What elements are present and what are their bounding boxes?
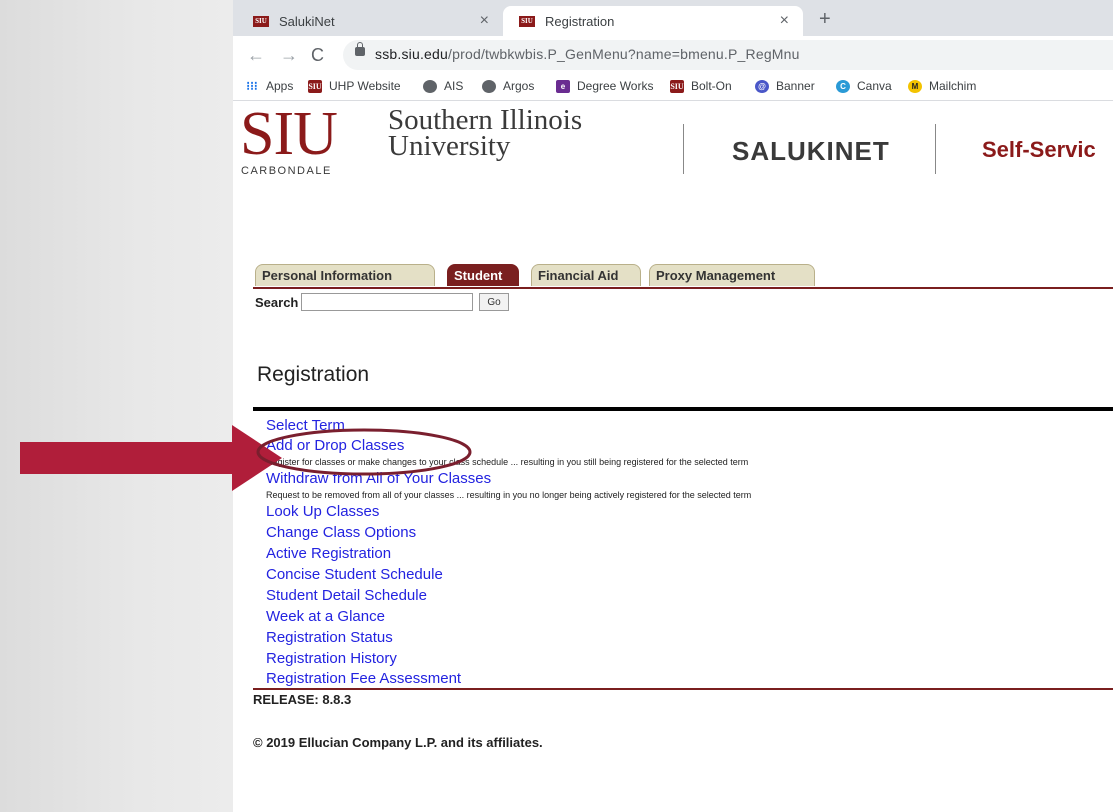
bookmark-uhp-website[interactable]: SIU UHP Website [308,79,401,93]
bookmark-label: Canva [857,79,892,93]
tab-label: Registration [545,13,615,29]
reload-icon[interactable]: C [311,45,324,66]
site-header: SIU Southern Illinois University CARBOND… [233,100,1113,183]
week-at-a-glance-link[interactable]: Week at a Glance [266,608,385,625]
url-text: ssb.siu.edu/prod/twbkwbis.P_GenMenu?name… [375,46,800,62]
bookmark-label: UHP Website [329,79,401,93]
tab-financial-aid[interactable]: Financial Aid [531,264,641,286]
menu-item: Active Registration [266,545,391,563]
address-bar: ← → C ssb.siu.edu/prod/twbkwbis.P_GenMen… [233,36,1113,74]
bookmark-canva[interactable]: C Canva [836,79,892,93]
annotation-ellipse [256,428,472,476]
siu-icon: SIU [308,79,322,93]
bookmark-label: AIS [444,79,464,93]
tab-student[interactable]: Student [447,264,519,286]
globe-icon [482,79,496,93]
tab-personal-information[interactable]: Personal Information [255,264,435,286]
active-registration-link[interactable]: Active Registration [266,545,391,562]
registration-fee-assessment-link[interactable]: Registration Fee Assessment [266,670,461,687]
registration-status-link[interactable]: Registration Status [266,629,393,646]
logo-name-line2: University [388,130,511,162]
search-input[interactable] [301,293,474,311]
annotation-circle-icon [256,428,472,476]
page-title: Registration [257,363,370,386]
bookmark-label: Banner [776,79,815,93]
browser-tab-registration[interactable]: SIU Registration × [503,6,803,36]
globe-icon [423,79,437,93]
canva-icon: C [836,79,850,93]
menu-item: Registration Fee Assessment [266,670,461,688]
close-tab-icon[interactable]: × [480,12,489,30]
bookmark-banner[interactable]: @ Banner [755,79,815,93]
bookmark-bolt-on[interactable]: SIU Bolt-On [670,79,732,93]
back-arrow-icon[interactable]: ← [247,45,265,66]
logo-letters: SIU [240,100,338,168]
bookmark-label: Bolt-On [691,79,732,93]
tab-underline [253,287,1113,289]
concise-student-schedule-link[interactable]: Concise Student Schedule [266,566,443,583]
self-service-title: Self-Servic [982,137,1096,162]
search-row: Search Go [255,293,509,311]
menu-description: Request to be removed from all of your c… [266,490,752,500]
menu-item: Change Class Options [266,524,416,542]
bookmark-label: Apps [266,79,294,93]
menu-item: Student Detail Schedule [266,587,427,605]
look-up-classes-link[interactable]: Look Up Classes [266,503,379,520]
bookmark-label: Degree Works [577,79,654,93]
tab-bar: SIU SalukiNet × SIU Registration × + [233,0,1113,36]
copyright-text: © 2019 Ellucian Company L.P. and its aff… [253,735,543,750]
menu-item: Registration History [266,650,397,668]
search-label: Search [255,294,299,310]
annotation-arrow-icon [20,425,282,491]
mailchimp-icon: M [908,79,922,93]
apps-grid-icon: ⁝⁝⁝ [246,78,258,93]
url-domain: ssb.siu.edu [375,46,449,62]
siu-icon: SIU [670,79,684,93]
degree-works-icon: e [556,79,570,93]
lock-icon [355,42,365,56]
url-field[interactable]: ssb.siu.edu/prod/twbkwbis.P_GenMenu?name… [343,40,1113,70]
salukinet-logo: SALUKINET [732,136,890,166]
url-path: /prod/twbkwbis.P_GenMenu?name=bmenu.P_Re… [448,46,800,62]
forward-arrow-icon[interactable]: → [280,45,298,66]
siu-favicon-icon: SIU [253,15,269,27]
bookmark-degree-works[interactable]: e Degree Works [556,79,653,93]
menu-item: Week at a Glance [266,608,385,626]
tab-label: SalukiNet [279,13,335,29]
new-tab-button[interactable]: + [819,8,831,31]
annotation-arrow-shape [20,425,282,491]
bookmarks-bar: ⁝⁝⁝ Apps SIU UHP Website AIS Argos e Degree… [233,74,1113,101]
banner-icon: @ [755,79,769,93]
tab-proxy-management[interactable]: Proxy Management [649,264,815,286]
logo-subtitle: CARBONDALE [241,165,332,177]
release-info: RELEASE: 8.8.3 [253,692,352,707]
bookmark-apps[interactable]: ⁝⁝⁝ Apps [245,79,293,93]
bookmark-label: Argos [503,79,535,93]
siu-logo[interactable]: SIU Southern Illinois University CARBOND… [240,100,620,183]
header-divider [935,124,936,174]
slide-background [0,0,233,812]
menu-item: Registration Status [266,629,393,647]
header-divider [683,124,684,174]
student-detail-schedule-link[interactable]: Student Detail Schedule [266,587,427,604]
footer-rule [253,688,1113,690]
registration-history-link[interactable]: Registration History [266,650,397,667]
menu-item: Concise Student Schedule [266,566,443,584]
browser-tab-salukinet[interactable]: SIU SalukiNet × [237,6,505,36]
bookmark-label: Mailchim [929,79,977,93]
browser-window: SIU SalukiNet × SIU Registration × + ← →… [233,0,1113,812]
bookmark-argos[interactable]: Argos [482,79,534,93]
change-class-options-link[interactable]: Change Class Options [266,524,416,541]
bookmark-ais[interactable]: AIS [423,79,463,93]
siu-favicon-icon: SIU [519,15,535,27]
menu-item: Look Up Classes [266,503,379,521]
close-tab-icon[interactable]: × [780,12,789,30]
bookmark-mailchimp[interactable]: M Mailchim [908,79,976,93]
go-button[interactable]: Go [479,293,509,311]
title-rule [253,407,1113,411]
